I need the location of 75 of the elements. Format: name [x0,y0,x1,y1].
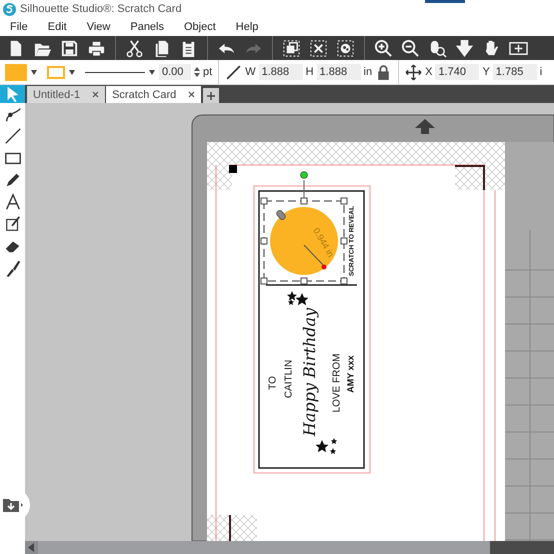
zoom-in-icon[interactable] [374,38,393,58]
unit-label: in [364,66,372,78]
group-icon[interactable] [282,38,301,58]
registration-mark [229,515,231,541]
close-icon[interactable] [188,91,196,98]
x-field[interactable]: 1.740 [435,64,480,80]
resize-handle[interactable] [260,278,268,284]
menu-item[interactable]: View [76,21,120,33]
width-label: W [245,66,256,78]
menu-item[interactable]: Object [174,21,226,33]
registration-mark [229,165,237,173]
save-icon[interactable] [60,38,79,58]
sketch-icon[interactable] [4,215,22,233]
hatched-area [207,515,257,541]
menu-item[interactable]: File [0,21,38,33]
zoom-out-icon[interactable] [401,38,420,58]
selection-box[interactable] [264,200,344,282]
document-tab[interactable]: Scratch Card [106,86,202,103]
line-color-swatch[interactable] [47,66,65,78]
lock-handle-icon[interactable] [275,208,287,222]
scissors-icon[interactable] [125,38,144,58]
up-arrow-icon[interactable] [415,119,435,134]
resize-handle[interactable] [340,198,348,204]
close-icon[interactable] [92,91,100,98]
document-tab[interactable]: Untitled-1 [27,86,106,103]
stars-icon [287,291,308,306]
fill-color-swatch[interactable] [5,64,27,80]
ungroup-icon[interactable] [309,38,328,58]
menu-item[interactable]: Help [226,21,268,33]
new-tab-button[interactable] [203,88,220,103]
y-field[interactable]: 1.785 [492,64,537,80]
resize-handle[interactable] [260,238,268,244]
radius-handle[interactable] [322,264,326,270]
pencil-icon[interactable] [4,171,22,189]
script-heading: Happy Birthday [300,308,320,436]
resize-handle[interactable] [340,278,348,284]
caret-icon[interactable] [148,68,156,76]
move-icon[interactable] [405,64,422,80]
scroll-left-icon[interactable] [25,541,38,554]
text-icon[interactable] [4,193,22,211]
height-field[interactable]: 1.888 [316,64,361,80]
y-label: Y [482,66,490,78]
unit-label: i [540,66,542,78]
card-text: CAITLIN [284,360,295,398]
menu-item[interactable]: Edit [38,21,77,33]
registration-mark [455,165,485,190]
width-field[interactable]: 1.888 [258,64,303,80]
mouse-zoom-icon[interactable] [428,38,447,58]
card-text: AMY xxx [345,355,356,393]
down-arrow-icon[interactable] [455,38,474,58]
compound-path-icon[interactable] [336,38,355,58]
scrollbar-thumb[interactable] [490,541,554,554]
menu-item[interactable]: Panels [120,21,174,33]
caret-icon[interactable] [30,68,38,76]
resize-handle[interactable] [300,198,308,204]
line-width-field[interactable]: 0.00 [159,64,191,80]
resize-handle[interactable] [300,278,308,284]
stars-icon [316,438,338,454]
unit-label: pt [203,66,212,78]
plus-icon[interactable] [207,92,216,100]
line-icon[interactable] [4,127,22,145]
x-label: X [425,66,432,78]
diagonal-line-icon[interactable] [225,64,242,80]
window-title: Silhouette Studio®: Scratch Card [20,3,182,15]
height-label: H [306,66,314,78]
card-text: TO [268,376,279,390]
rotate-handle[interactable] [300,171,308,179]
resize-handle[interactable] [340,238,348,244]
resize-handle[interactable] [260,198,268,204]
spinner-icon[interactable] [194,66,200,78]
caret-icon[interactable] [68,68,76,76]
card-text: LOVE FROM [332,354,343,412]
app-logo-icon [3,2,16,16]
scratch-circle [270,207,338,275]
folder-download-icon[interactable] [3,497,23,513]
